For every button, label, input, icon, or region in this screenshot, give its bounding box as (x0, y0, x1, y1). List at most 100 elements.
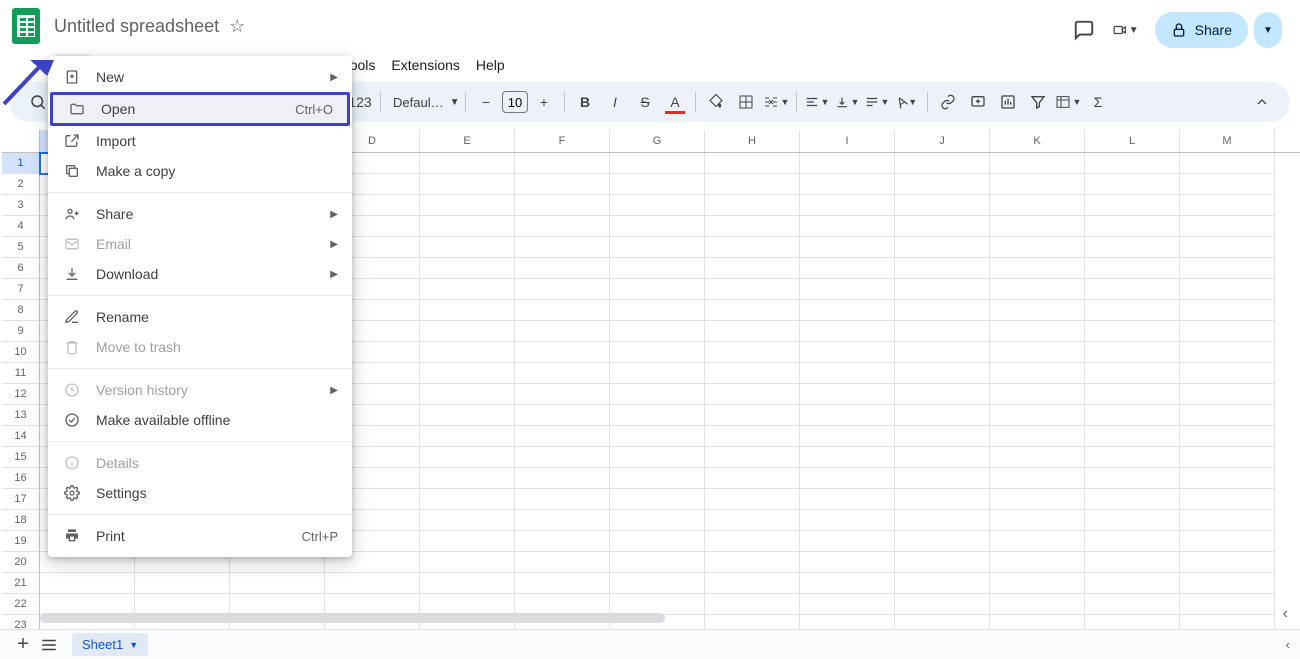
filter-views-button[interactable]: ▼ (1054, 88, 1082, 116)
cell[interactable] (990, 405, 1085, 426)
cell[interactable] (1085, 279, 1180, 300)
cell[interactable] (1085, 468, 1180, 489)
cell[interactable] (800, 195, 895, 216)
cell[interactable] (800, 510, 895, 531)
row-header[interactable]: 8 (2, 300, 40, 321)
font-select[interactable]: Defaul…▼ (387, 95, 459, 110)
cell[interactable] (1085, 300, 1180, 321)
cell[interactable] (705, 216, 800, 237)
cell[interactable] (895, 258, 990, 279)
cell[interactable] (420, 384, 515, 405)
cell[interactable] (610, 384, 705, 405)
cell[interactable] (800, 342, 895, 363)
cell[interactable] (800, 405, 895, 426)
cell[interactable] (705, 174, 800, 195)
cell[interactable] (895, 279, 990, 300)
cell[interactable] (610, 510, 705, 531)
cell[interactable] (1085, 153, 1180, 174)
cell[interactable] (515, 405, 610, 426)
cell[interactable] (1180, 510, 1275, 531)
cell[interactable] (800, 237, 895, 258)
cell[interactable] (515, 153, 610, 174)
cell[interactable] (515, 258, 610, 279)
cell[interactable] (325, 573, 420, 594)
menu-offline[interactable]: Make available offline (48, 405, 352, 435)
cell[interactable] (705, 594, 800, 615)
cell[interactable] (1085, 363, 1180, 384)
cell[interactable] (990, 237, 1085, 258)
cell[interactable] (895, 447, 990, 468)
share-button[interactable]: Share (1155, 12, 1248, 48)
cell[interactable] (420, 510, 515, 531)
cell[interactable] (610, 237, 705, 258)
cell[interactable] (515, 384, 610, 405)
cell[interactable] (895, 552, 990, 573)
cell[interactable] (515, 426, 610, 447)
row-header[interactable]: 7 (2, 279, 40, 300)
cell[interactable] (990, 174, 1085, 195)
cell[interactable] (515, 468, 610, 489)
row-header[interactable]: 19 (2, 531, 40, 552)
cell[interactable] (610, 216, 705, 237)
row-header[interactable]: 9 (2, 321, 40, 342)
cell[interactable] (990, 447, 1085, 468)
font-size-plus[interactable]: + (530, 88, 558, 116)
cell[interactable] (420, 447, 515, 468)
col-header[interactable]: E (420, 130, 515, 152)
cell[interactable] (800, 363, 895, 384)
cell[interactable] (420, 489, 515, 510)
cell[interactable] (1180, 384, 1275, 405)
cell[interactable] (420, 468, 515, 489)
menu-share[interactable]: Share ▶ (48, 199, 352, 229)
cell[interactable] (420, 174, 515, 195)
cell[interactable] (990, 426, 1085, 447)
cell[interactable] (1180, 258, 1275, 279)
cell[interactable] (705, 258, 800, 279)
cell[interactable] (895, 342, 990, 363)
cell[interactable] (1180, 447, 1275, 468)
cell[interactable] (610, 321, 705, 342)
cell[interactable] (610, 489, 705, 510)
cell[interactable] (705, 573, 800, 594)
collapse-toolbar-icon[interactable] (1248, 88, 1276, 116)
cell[interactable] (705, 342, 800, 363)
cell[interactable] (1180, 279, 1275, 300)
cell[interactable] (1085, 405, 1180, 426)
cell[interactable] (610, 363, 705, 384)
cell[interactable] (895, 321, 990, 342)
cell[interactable] (895, 153, 990, 174)
cell[interactable] (610, 594, 705, 615)
cell[interactable] (40, 594, 135, 615)
merge-button[interactable]: ▼ (762, 88, 790, 116)
row-header[interactable]: 22 (2, 594, 40, 615)
cell[interactable] (895, 195, 990, 216)
cell[interactable] (705, 363, 800, 384)
cell[interactable] (610, 552, 705, 573)
cell[interactable] (990, 552, 1085, 573)
row-header[interactable]: 1 (2, 153, 40, 174)
cell[interactable] (990, 279, 1085, 300)
cell[interactable] (420, 237, 515, 258)
cell[interactable] (515, 552, 610, 573)
cell[interactable] (420, 153, 515, 174)
add-sheet-button[interactable]: + (10, 632, 36, 658)
cell[interactable] (515, 279, 610, 300)
cell[interactable] (1085, 552, 1180, 573)
cell[interactable] (895, 237, 990, 258)
row-header[interactable]: 17 (2, 489, 40, 510)
cell[interactable] (610, 258, 705, 279)
cell[interactable] (515, 237, 610, 258)
cell[interactable] (800, 447, 895, 468)
doc-title[interactable]: Untitled spreadsheet (54, 16, 219, 37)
menu-extensions[interactable]: Extensions (384, 54, 466, 76)
menu-make-copy[interactable]: Make a copy (48, 156, 352, 186)
cell[interactable] (800, 300, 895, 321)
borders-button[interactable] (732, 88, 760, 116)
row-header[interactable]: 10 (2, 342, 40, 363)
cell[interactable] (515, 447, 610, 468)
cell[interactable] (895, 405, 990, 426)
row-header[interactable]: 16 (2, 468, 40, 489)
chart-button[interactable] (994, 88, 1022, 116)
cell[interactable] (40, 573, 135, 594)
quick-share-dropdown[interactable]: ▼ (1254, 12, 1282, 48)
